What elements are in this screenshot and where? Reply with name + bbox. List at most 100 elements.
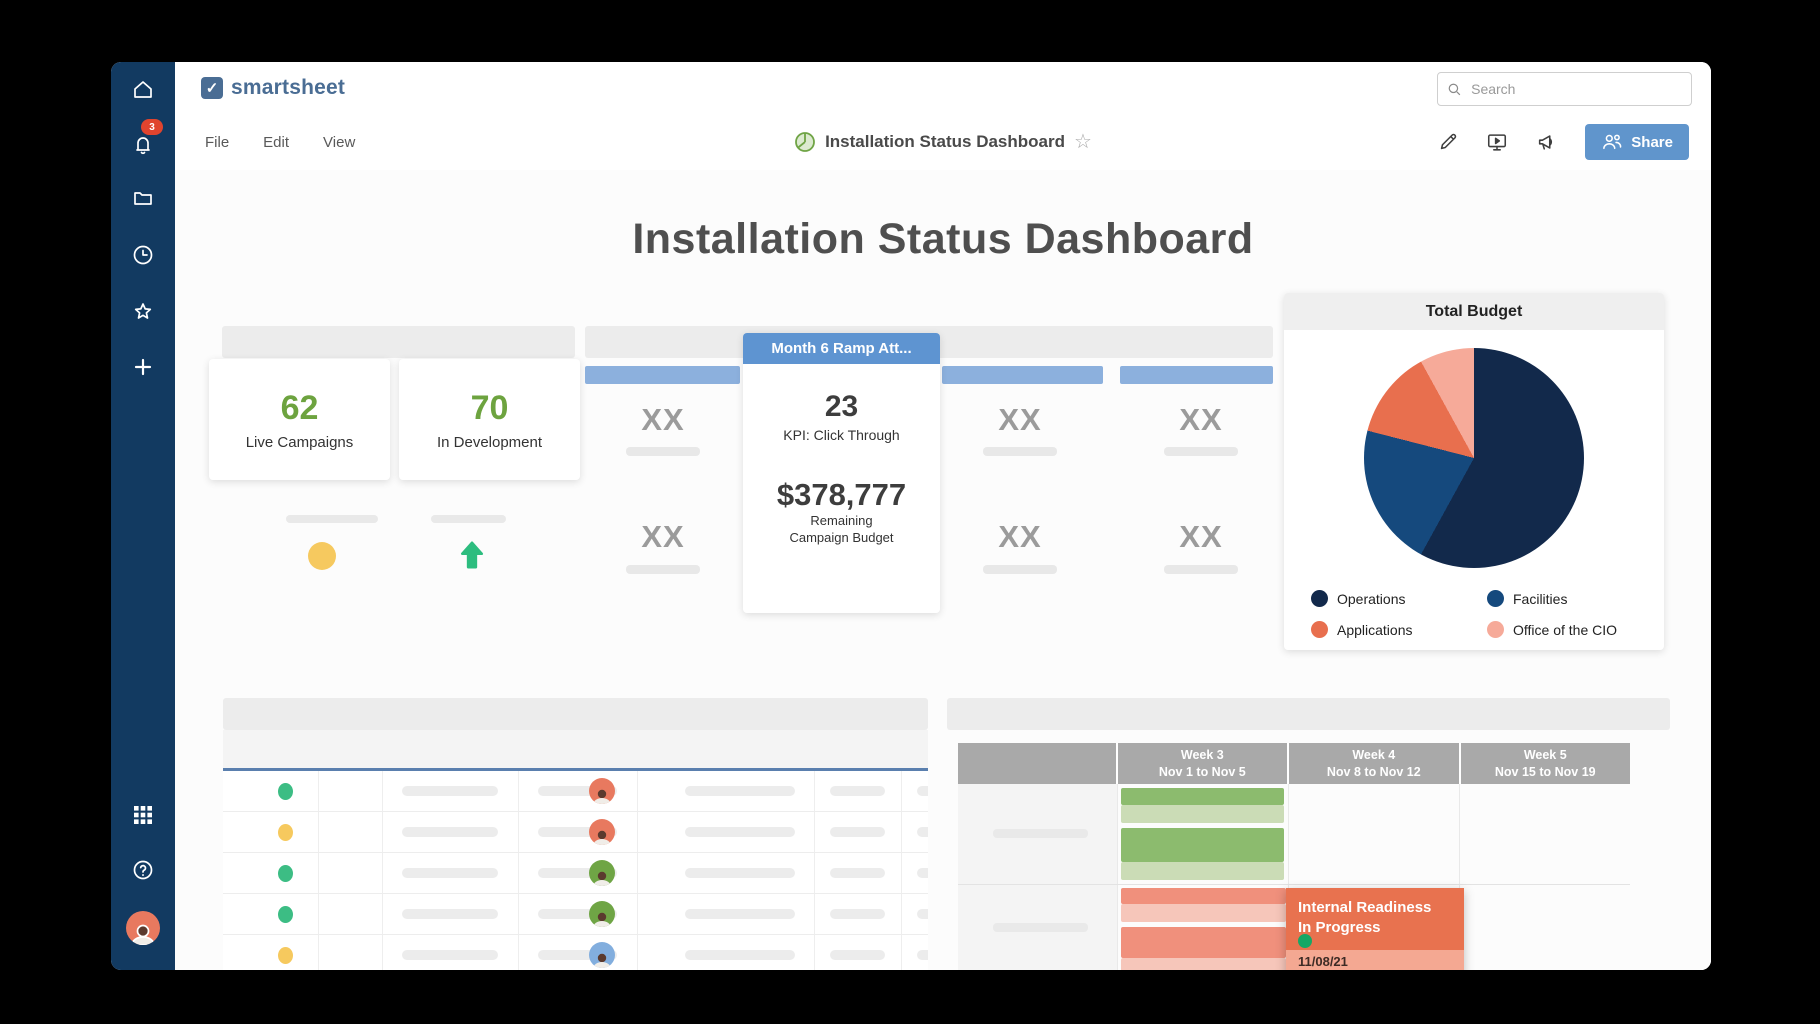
gantt-bar-green (1121, 828, 1284, 862)
placeholder-xx: XX (603, 402, 723, 438)
sidebar-item-notifications[interactable]: 3 (111, 125, 175, 165)
placeholder-bar (685, 909, 795, 919)
sidebar-item-create[interactable] (111, 347, 175, 387)
gantt-calendar: Week 3 Nov 1 to Nov 5 Week 4 Nov 8 to No… (958, 743, 1630, 970)
folder-icon (131, 186, 155, 210)
metric-value: 62 (281, 389, 319, 428)
widget-header-placeholder (222, 326, 575, 358)
yellow-status-circle (308, 542, 336, 570)
present-monitor-icon[interactable] (1485, 131, 1509, 153)
sidebar: 3 (111, 62, 175, 970)
share-people-icon (1601, 133, 1623, 151)
row-avatar (589, 778, 615, 804)
gantt-week3-header: Week 3 Nov 1 to Nov 5 (1118, 743, 1289, 784)
kpi-card-month6-ramp: Month 6 Ramp Att... 23 KPI: Click Throug… (743, 333, 940, 613)
column-divider (318, 853, 319, 893)
table-row (223, 935, 928, 970)
sidebar-item-help[interactable] (111, 850, 175, 890)
column-divider (318, 812, 319, 852)
metric-card-live-campaigns: 62 Live Campaigns (209, 359, 390, 480)
kpi-card-body: 23 KPI: Click Through $378,777 Remaining… (743, 364, 940, 613)
app-window: 3 ✓ s (111, 62, 1711, 970)
gantt-tooltip: Internal Readiness In Progress 11/08/21 (1286, 888, 1464, 970)
placeholder-underline (1164, 565, 1238, 574)
total-budget-widget: Total Budget Operations Facilities Appli… (1284, 293, 1664, 650)
column-divider (814, 771, 815, 811)
legend-swatch (1311, 621, 1328, 638)
sidebar-item-apps[interactable] (111, 795, 175, 835)
share-button-label: Share (1631, 134, 1673, 151)
metric-card-in-development: 70 In Development (399, 359, 580, 480)
placeholder-xx: XX (603, 519, 723, 555)
placeholder-bar (917, 950, 928, 960)
smartsheet-logo[interactable]: ✓ smartsheet (201, 76, 345, 100)
tooltip-status-dot (1298, 934, 1312, 948)
sidebar-item-browse[interactable] (111, 178, 175, 218)
table-row (223, 771, 928, 812)
placeholder-bar (917, 827, 928, 837)
week-name: Week 4 (1289, 747, 1458, 764)
placeholder-underline (983, 447, 1057, 456)
search-input[interactable] (1469, 80, 1682, 98)
sidebar-item-home[interactable] (111, 70, 175, 110)
column-divider (814, 894, 815, 934)
placeholder-chart-bar (1120, 366, 1273, 384)
favorite-star-icon[interactable]: ☆ (1074, 132, 1092, 152)
column-divider (901, 771, 902, 811)
column-divider (637, 935, 638, 970)
gantt-week5-header: Week 5 Nov 15 to Nov 19 (1461, 743, 1630, 784)
gantt-header: Week 3 Nov 1 to Nov 5 Week 4 Nov 8 to No… (958, 743, 1630, 784)
gantt-bar-green (1121, 788, 1284, 805)
status-dot (278, 906, 293, 923)
status-dot (278, 824, 293, 841)
announce-megaphone-icon[interactable] (1535, 131, 1559, 153)
column-divider (814, 935, 815, 970)
share-button[interactable]: Share (1585, 124, 1689, 160)
week-name: Week 5 (1461, 747, 1630, 764)
legend-swatch (1487, 590, 1504, 607)
column-divider (382, 894, 383, 934)
total-budget-pie-chart (1364, 348, 1584, 568)
column-divider (318, 894, 319, 934)
dashboard-pie-icon (794, 131, 816, 153)
column-divider (637, 853, 638, 893)
column-divider (901, 812, 902, 852)
placeholder-bar (402, 827, 498, 837)
plus-icon (131, 355, 155, 379)
smartsheet-logo-text: smartsheet (231, 76, 345, 100)
bell-icon (131, 133, 155, 157)
widget-header-placeholder (947, 698, 1670, 730)
smartsheet-logo-icon: ✓ (201, 77, 223, 99)
placeholder-xx: XX (960, 402, 1080, 438)
sidebar-item-recents[interactable] (111, 235, 175, 275)
column-divider (518, 894, 519, 934)
placeholder-xx: XX (1141, 402, 1261, 438)
star-icon (131, 300, 155, 324)
widget-header-placeholder (223, 698, 928, 730)
gantt-bar-green-light (1121, 805, 1284, 823)
legend-label: Facilities (1513, 591, 1567, 607)
status-dot (278, 947, 293, 964)
gantt-bar-coral (1121, 927, 1286, 958)
gantt-week4-header: Week 4 Nov 8 to Nov 12 (1289, 743, 1460, 784)
row-avatar (589, 819, 615, 845)
column-divider (518, 935, 519, 970)
dashboard-canvas: Installation Status Dashboard 62 Live Ca… (175, 170, 1711, 970)
user-avatar (126, 911, 160, 945)
table-row (223, 812, 928, 853)
column-divider (518, 812, 519, 852)
week-range: Nov 8 to Nov 12 (1289, 764, 1458, 781)
gantt-bar-coral-light (1121, 904, 1286, 922)
legend-item: Applications (1311, 621, 1413, 638)
placeholder-bar (830, 950, 885, 960)
tooltip-line2: In Progress (1298, 918, 1464, 938)
sidebar-item-account[interactable] (111, 908, 175, 948)
sidebar-item-favorites[interactable] (111, 292, 175, 332)
column-divider (901, 935, 902, 970)
search-box[interactable] (1437, 72, 1692, 106)
edit-pencil-icon[interactable] (1437, 131, 1459, 153)
home-icon (131, 78, 155, 102)
placeholder-bar (402, 909, 498, 919)
gantt-bar-coral-light (1121, 958, 1286, 970)
placeholder-bar (402, 950, 498, 960)
